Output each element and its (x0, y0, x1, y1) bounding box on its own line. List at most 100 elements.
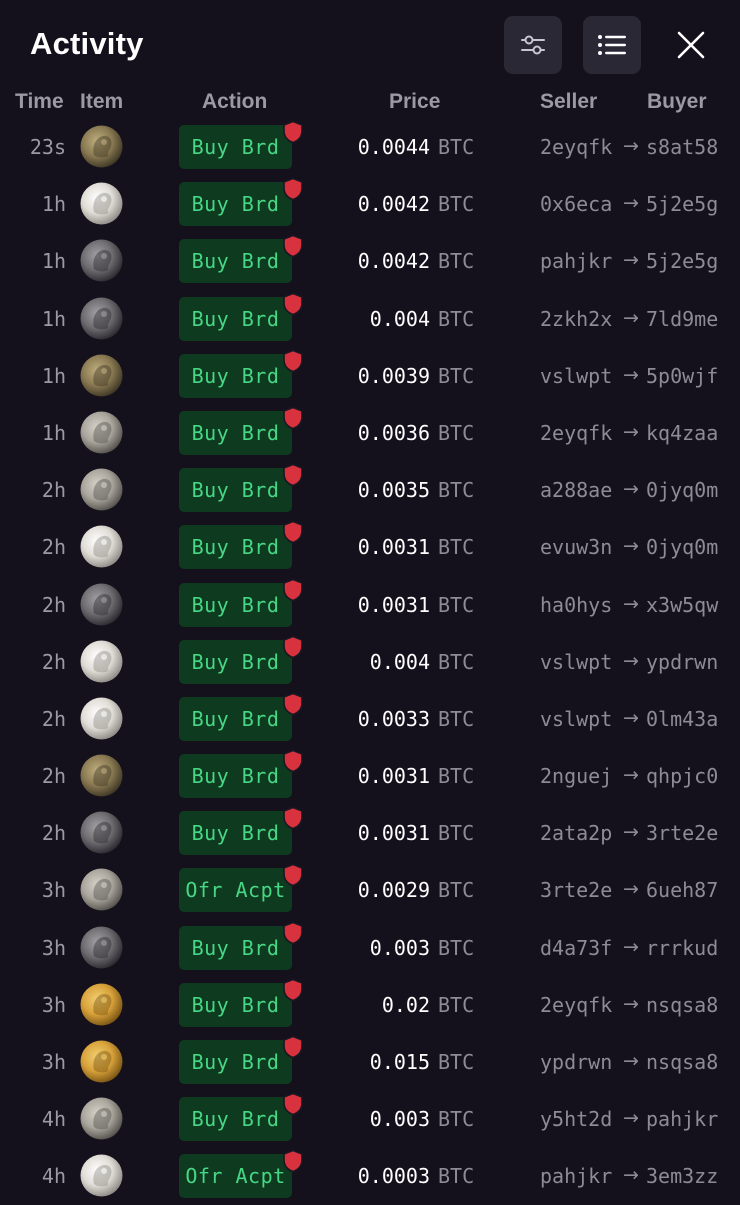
buyer-address[interactable]: x3w5qw (646, 593, 718, 617)
activity-row[interactable]: 1h Buy Brd 0.004 BTC 2zkh2x → 7ld9me (0, 290, 740, 347)
activity-row[interactable]: 3h Buy Brd 0.015 BTC ypdrwn → nsqsa8 (0, 1033, 740, 1090)
activity-row[interactable]: 2h Buy Brd 0.0033 BTC vslwpt → 0lm43a (0, 690, 740, 747)
seller-address[interactable]: 2zkh2x (540, 307, 612, 331)
seller-address[interactable]: 2ata2p (540, 821, 612, 845)
arrow-right-icon: → (623, 249, 639, 272)
seller-address[interactable]: d4a73f (540, 936, 612, 960)
activity-row[interactable]: 1h Buy Brd 0.0039 BTC vslwpt → 5p0wjf (0, 347, 740, 404)
coin-thumbnail[interactable] (80, 182, 123, 225)
coin-thumbnail[interactable] (80, 125, 123, 168)
coin-thumbnail[interactable] (80, 583, 123, 626)
activity-row[interactable]: 3h Ofr Acpt 0.0029 BTC 3rte2e → 6ueh87 (0, 861, 740, 918)
seller-address[interactable]: pahjkr (540, 1164, 612, 1188)
coin-thumbnail[interactable] (80, 525, 123, 568)
seller-address[interactable]: 2nguej (540, 764, 612, 788)
buyer-address[interactable]: s8at58 (646, 135, 718, 159)
coin-thumbnail[interactable] (80, 1097, 123, 1140)
coin-thumbnail[interactable] (80, 697, 123, 740)
coin-thumbnail[interactable] (80, 868, 123, 911)
action-badge: Buy Brd (179, 296, 292, 341)
row-time: 2h (41, 706, 66, 731)
seller-address[interactable]: 2eyqfk (540, 135, 612, 159)
shield-icon (283, 864, 303, 887)
activity-row[interactable]: 2h Buy Brd 0.0031 BTC ha0hys → x3w5qw (0, 576, 740, 633)
activity-row[interactable]: 1h Buy Brd 0.0036 BTC 2eyqfk → kq4zaa (0, 404, 740, 461)
coin-thumbnail[interactable] (80, 1040, 123, 1083)
activity-row[interactable]: 1h Buy Brd 0.0042 BTC pahjkr → 5j2e5g (0, 232, 740, 289)
coin-thumbnail[interactable] (80, 926, 123, 969)
coin-thumbnail[interactable] (80, 354, 123, 397)
action-badge: Buy Brd (179, 525, 292, 570)
coin-thumbnail[interactable] (80, 411, 123, 454)
buyer-address[interactable]: nsqsa8 (646, 1050, 718, 1074)
close-button[interactable] (662, 16, 720, 74)
buyer-address[interactable]: 3em3zz (646, 1164, 718, 1188)
buyer-address[interactable]: 0jyq0m (646, 478, 718, 502)
row-time: 2h (41, 649, 66, 674)
list-view-button[interactable] (583, 16, 641, 74)
price-value: 0.003 (369, 935, 430, 960)
buyer-address[interactable]: 0jyq0m (646, 535, 718, 559)
activity-row[interactable]: 3h Buy Brd 0.003 BTC d4a73f → rrrkud (0, 919, 740, 976)
activity-row[interactable]: 2h Buy Brd 0.0031 BTC evuw3n → 0jyq0m (0, 518, 740, 575)
seller-address[interactable]: ha0hys (540, 593, 612, 617)
coin-thumbnail[interactable] (80, 239, 123, 282)
buyer-address[interactable]: 3rte2e (646, 821, 718, 845)
arrow-right-icon: → (623, 363, 639, 386)
seller-address[interactable]: 3rte2e (540, 878, 612, 902)
seller-address[interactable]: 2eyqfk (540, 993, 612, 1017)
filter-button[interactable] (504, 16, 562, 74)
buyer-address[interactable]: 5p0wjf (646, 364, 718, 388)
seller-address[interactable]: y5ht2d (540, 1107, 612, 1131)
buyer-address[interactable]: 6ueh87 (646, 878, 718, 902)
arrow-right-icon: → (623, 764, 639, 787)
seller-address[interactable]: ypdrwn (540, 1050, 612, 1074)
arrow-right-icon: → (623, 1164, 639, 1187)
arrow-right-icon: → (623, 135, 639, 157)
buyer-address[interactable]: 5j2e5g (646, 192, 718, 216)
activity-row[interactable]: 2h Buy Brd 0.0035 BTC a288ae → 0jyq0m (0, 461, 740, 518)
activity-row[interactable]: 2h Buy Brd 0.0031 BTC 2ata2p → 3rte2e (0, 804, 740, 861)
column-header-time: Time (15, 90, 64, 113)
coin-thumbnail[interactable] (80, 1154, 123, 1197)
shield-icon (283, 406, 303, 430)
seller-address[interactable]: vslwpt (540, 364, 612, 388)
price-value: 0.0036 (357, 420, 430, 445)
buyer-address[interactable]: kq4zaa (646, 421, 718, 445)
activity-row[interactable]: 1h Buy Brd 0.0042 BTC 0x6eca → 5j2e5g (0, 175, 740, 232)
buyer-address[interactable]: pahjkr (646, 1107, 718, 1131)
buyer-address[interactable]: rrrkud (646, 936, 718, 960)
activity-row[interactable]: 3h Buy Brd 0.02 BTC 2eyqfk → nsqsa8 (0, 976, 740, 1033)
column-header-buyer: Buyer (647, 90, 707, 113)
coin-thumbnail[interactable] (80, 640, 123, 683)
coin-thumbnail[interactable] (80, 297, 123, 340)
arrow-right-icon: → (623, 478, 639, 501)
seller-address[interactable]: vslwpt (540, 707, 612, 731)
action-badge: Buy Brd (179, 410, 292, 455)
buyer-address[interactable]: ypdrwn (646, 650, 718, 674)
coin-thumbnail[interactable] (80, 468, 123, 511)
coin-thumbnail[interactable] (80, 983, 123, 1026)
row-time: 1h (41, 306, 66, 331)
seller-address[interactable]: 2eyqfk (540, 421, 612, 445)
seller-address[interactable]: 0x6eca (540, 192, 612, 216)
coin-thumbnail[interactable] (80, 811, 123, 854)
row-time: 2h (41, 821, 66, 846)
activity-row[interactable]: 23s Buy Brd 0.0044 BTC 2eyqfk → s8at58 (0, 118, 740, 175)
buyer-address[interactable]: qhpjc0 (646, 764, 718, 788)
seller-address[interactable]: a288ae (540, 478, 612, 502)
coin-thumbnail[interactable] (80, 754, 123, 797)
activity-row[interactable]: 2h Buy Brd 0.0031 BTC 2nguej → qhpjc0 (0, 747, 740, 804)
activity-row[interactable]: 4h Buy Brd 0.003 BTC y5ht2d → pahjkr (0, 1090, 740, 1147)
buyer-address[interactable]: 7ld9me (646, 307, 718, 331)
seller-address[interactable]: evuw3n (540, 535, 612, 559)
row-time: 2h (41, 592, 66, 617)
shield-icon (283, 578, 303, 601)
seller-address[interactable]: vslwpt (540, 650, 612, 674)
buyer-address[interactable]: 0lm43a (646, 707, 718, 731)
activity-row[interactable]: 2h Buy Brd 0.004 BTC vslwpt → ypdrwn (0, 633, 740, 690)
seller-address[interactable]: pahjkr (540, 249, 612, 273)
buyer-address[interactable]: nsqsa8 (646, 993, 718, 1017)
activity-row[interactable]: 4h Ofr Acpt 0.0003 BTC pahjkr → 3em3zz (0, 1147, 740, 1204)
buyer-address[interactable]: 5j2e5g (646, 249, 718, 273)
